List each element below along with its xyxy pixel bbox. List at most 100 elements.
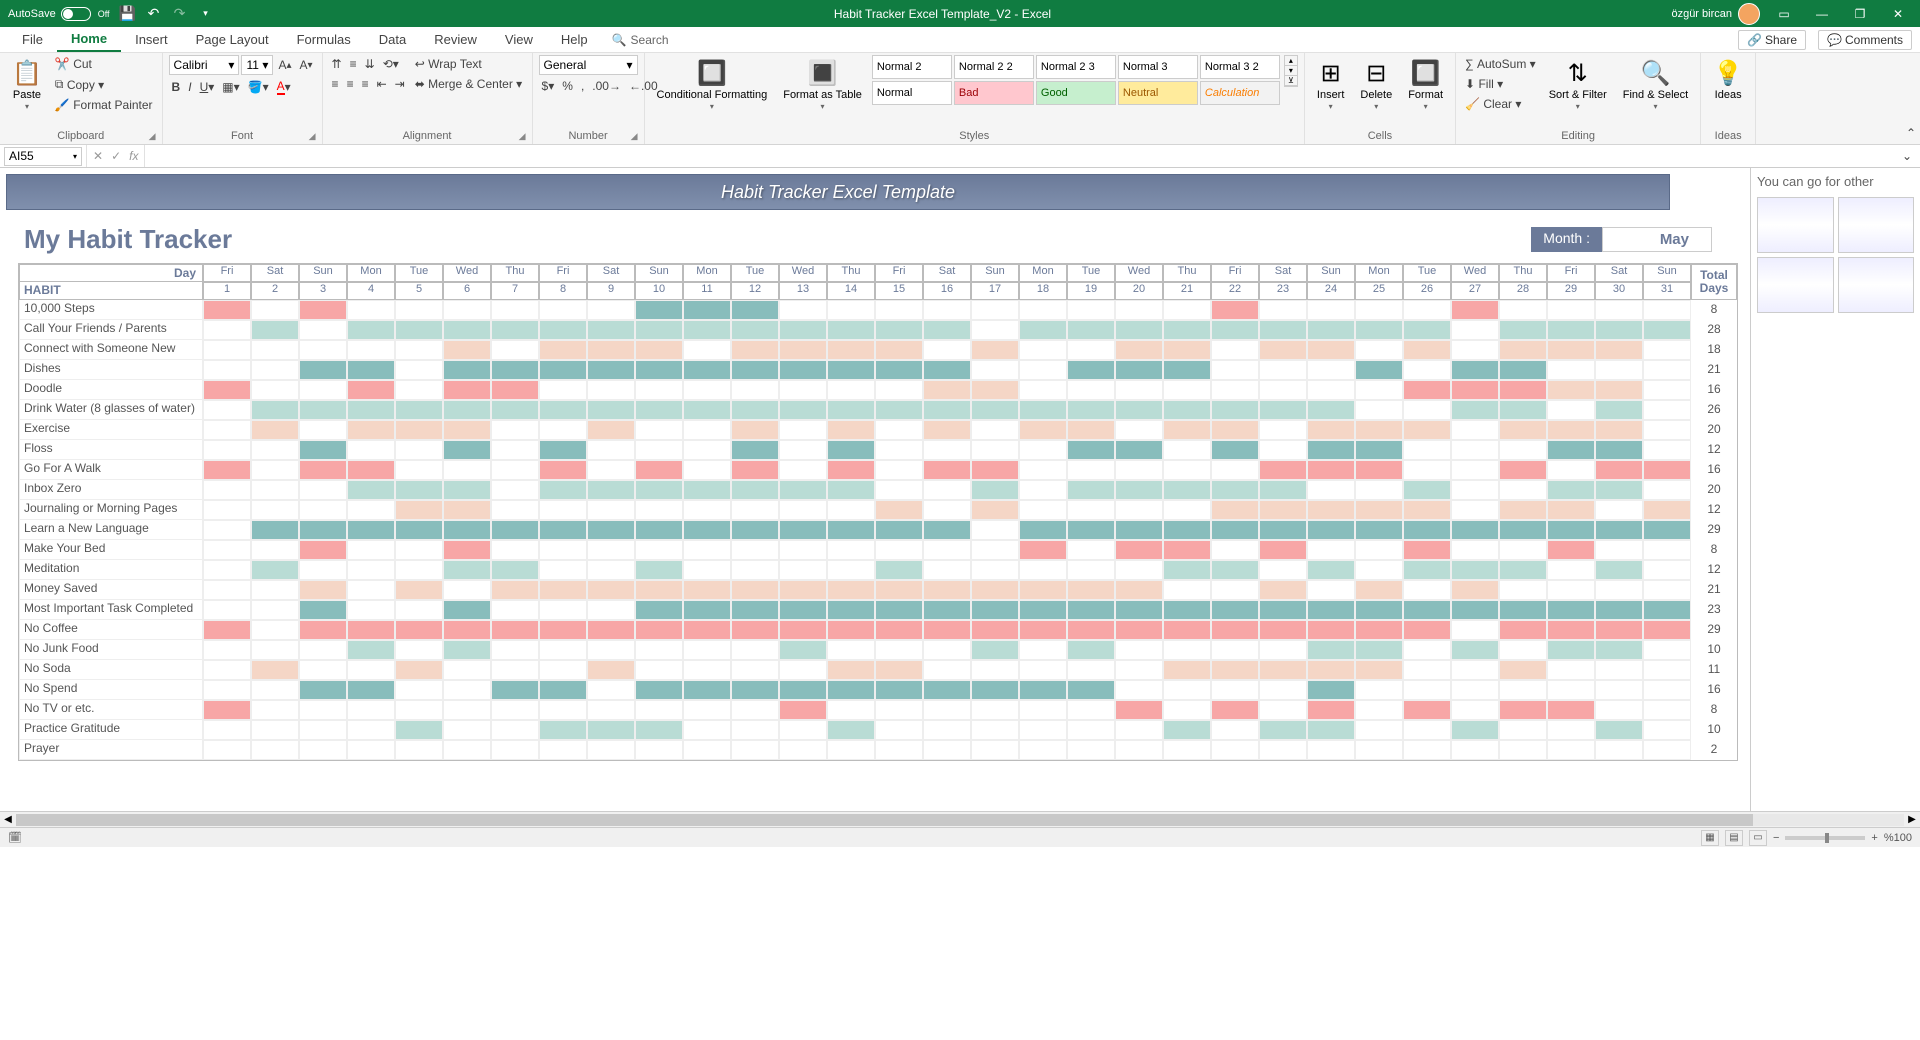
habit-cell[interactable] (827, 640, 875, 660)
habit-cell[interactable] (683, 500, 731, 520)
habit-cell[interactable] (923, 620, 971, 640)
habit-cell[interactable] (1115, 520, 1163, 540)
habit-cell[interactable] (251, 560, 299, 580)
habit-cell[interactable] (1547, 500, 1595, 520)
habit-cell[interactable] (1499, 680, 1547, 700)
habit-cell[interactable] (1307, 500, 1355, 520)
habit-cell[interactable] (491, 740, 539, 760)
habit-cell[interactable] (1211, 360, 1259, 380)
habit-cell[interactable] (1547, 540, 1595, 560)
habit-cell[interactable] (731, 400, 779, 420)
habit-cell[interactable] (779, 320, 827, 340)
habit-cell[interactable] (539, 720, 587, 740)
habit-cell[interactable] (299, 360, 347, 380)
habit-cell[interactable] (1403, 380, 1451, 400)
habit-cell[interactable] (587, 460, 635, 480)
habit-cell[interactable] (1307, 300, 1355, 320)
habit-cell[interactable] (875, 500, 923, 520)
habit-cell[interactable] (1259, 700, 1307, 720)
habit-cell[interactable] (1595, 380, 1643, 400)
orientation-icon[interactable]: ⟲▾ (380, 55, 402, 73)
habit-cell[interactable] (1115, 420, 1163, 440)
habit-cell[interactable] (347, 700, 395, 720)
habit-cell[interactable] (923, 680, 971, 700)
habit-cell[interactable] (683, 300, 731, 320)
align-top-icon[interactable]: ⇈ (329, 55, 345, 73)
habit-cell[interactable] (491, 380, 539, 400)
habit-cell[interactable] (971, 620, 1019, 640)
habit-cell[interactable] (539, 360, 587, 380)
habit-cell[interactable] (1115, 320, 1163, 340)
habit-cell[interactable] (203, 520, 251, 540)
habit-cell[interactable] (1115, 620, 1163, 640)
habit-cell[interactable] (731, 720, 779, 740)
habit-cell[interactable] (1547, 420, 1595, 440)
habit-cell[interactable] (1499, 640, 1547, 660)
habit-cell[interactable] (1115, 660, 1163, 680)
habit-cell[interactable] (1403, 340, 1451, 360)
habit-cell[interactable] (539, 660, 587, 680)
habit-cell[interactable] (203, 360, 251, 380)
habit-cell[interactable] (731, 600, 779, 620)
habit-cell[interactable] (1019, 520, 1067, 540)
habit-cell[interactable] (683, 540, 731, 560)
habit-cell[interactable] (1019, 500, 1067, 520)
style-normal32[interactable]: Normal 3 2 (1200, 55, 1280, 79)
habit-cell[interactable] (1163, 680, 1211, 700)
habit-cell[interactable] (203, 480, 251, 500)
habit-cell[interactable] (539, 460, 587, 480)
habit-cell[interactable] (1259, 600, 1307, 620)
habit-name[interactable]: No Spend (19, 680, 203, 700)
habit-cell[interactable] (923, 580, 971, 600)
habit-cell[interactable] (1643, 300, 1691, 320)
habit-cell[interactable] (1451, 720, 1499, 740)
habit-cell[interactable] (1547, 320, 1595, 340)
habit-cell[interactable] (539, 500, 587, 520)
habit-cell[interactable] (539, 340, 587, 360)
habit-cell[interactable] (395, 340, 443, 360)
habit-cell[interactable] (635, 700, 683, 720)
habit-cell[interactable] (1067, 640, 1115, 660)
paste-button[interactable]: 📋 Paste▾ (6, 55, 48, 116)
habit-cell[interactable] (731, 620, 779, 640)
habit-cell[interactable] (395, 580, 443, 600)
habit-cell[interactable] (1355, 320, 1403, 340)
habit-cell[interactable] (1451, 480, 1499, 500)
habit-cell[interactable] (1019, 720, 1067, 740)
habit-cell[interactable] (1451, 680, 1499, 700)
align-right-icon[interactable]: ≡ (359, 75, 372, 93)
habit-cell[interactable] (827, 680, 875, 700)
habit-cell[interactable] (443, 560, 491, 580)
autosave-toggle[interactable]: AutoSave Off (8, 7, 110, 21)
habit-cell[interactable] (1115, 680, 1163, 700)
habit-cell[interactable] (1355, 480, 1403, 500)
habit-cell[interactable] (1211, 460, 1259, 480)
habit-cell[interactable] (1451, 700, 1499, 720)
habit-cell[interactable] (539, 300, 587, 320)
habit-cell[interactable] (203, 300, 251, 320)
habit-cell[interactable] (731, 740, 779, 760)
habit-cell[interactable] (1163, 320, 1211, 340)
habit-cell[interactable] (1547, 300, 1595, 320)
habit-cell[interactable] (635, 620, 683, 640)
habit-cell[interactable] (203, 640, 251, 660)
habit-cell[interactable] (251, 300, 299, 320)
habit-cell[interactable] (683, 640, 731, 660)
habit-cell[interactable] (1115, 740, 1163, 760)
habit-cell[interactable] (635, 540, 683, 560)
habit-cell[interactable] (539, 420, 587, 440)
habit-cell[interactable] (683, 520, 731, 540)
habit-cell[interactable] (1451, 540, 1499, 560)
habit-cell[interactable] (1595, 680, 1643, 700)
style-neutral[interactable]: Neutral (1118, 81, 1198, 105)
habit-name[interactable]: No TV or etc. (19, 700, 203, 720)
habit-cell[interactable] (1403, 620, 1451, 640)
habit-cell[interactable] (1115, 300, 1163, 320)
habit-cell[interactable] (731, 580, 779, 600)
habit-cell[interactable] (491, 340, 539, 360)
habit-cell[interactable] (923, 500, 971, 520)
habit-cell[interactable] (299, 340, 347, 360)
habit-cell[interactable] (875, 520, 923, 540)
habit-cell[interactable] (1355, 640, 1403, 660)
redo-icon[interactable]: ↷ (172, 6, 188, 22)
